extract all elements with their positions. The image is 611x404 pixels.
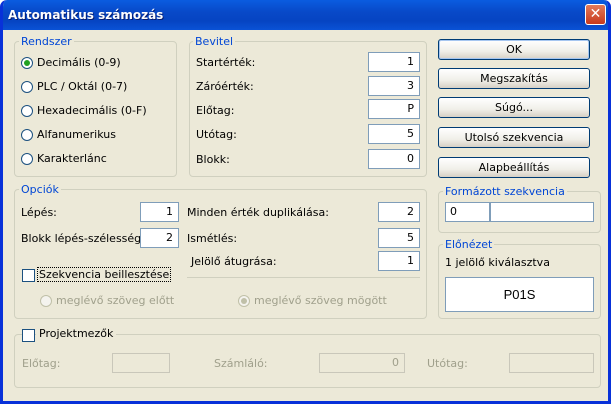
last-sequence-button[interactable]: Utolsó szekvencia: [438, 127, 590, 148]
window-title: Automatikus számozás: [8, 8, 164, 22]
zaroertek-input[interactable]: 3: [368, 76, 420, 96]
beillesztes-checkbox[interactable]: [22, 269, 35, 282]
cancel-button[interactable]: Megszakítás: [438, 68, 590, 89]
formazott-value-2: [490, 202, 594, 222]
close-button[interactable]: ✕: [585, 4, 606, 25]
projekt-szamlalo-label: Számláló:: [214, 357, 268, 370]
radio-plc-oktal-label[interactable]: PLC / Oktál (0-7): [37, 80, 127, 93]
ismetles-input[interactable]: 5: [378, 228, 420, 248]
radio-plc-oktal[interactable]: [21, 81, 33, 93]
duplikalas-input[interactable]: 2: [378, 202, 420, 222]
radio-karakterlanc[interactable]: [21, 153, 33, 165]
projekt-utotag-input[interactable]: [509, 353, 594, 373]
title-bar[interactable]: Automatikus számozás ✕: [3, 0, 608, 30]
blokk-lepes-input[interactable]: 2: [140, 228, 179, 248]
bevitel-legend: Bevitel: [193, 35, 236, 48]
elotag-input[interactable]: P: [368, 99, 420, 119]
opciok-divider: [187, 277, 420, 278]
projekt-label[interactable]: Projektmezők: [36, 327, 117, 340]
projekt-elotag-input[interactable]: [112, 353, 170, 373]
ok-button[interactable]: OK: [438, 39, 590, 60]
projekt-szamlalo-input[interactable]: 0: [319, 353, 405, 373]
radio-hexadecimalis[interactable]: [21, 105, 33, 117]
projekt-checkbox[interactable]: [22, 329, 35, 342]
radio-decimalis-label[interactable]: Decimális (0-9): [37, 56, 121, 69]
blokk-input[interactable]: 0: [368, 149, 420, 169]
defaults-button[interactable]: Alapbeállítás: [438, 157, 590, 178]
blokk-lepes-label: Blokk lépés-szélesség:: [21, 232, 145, 245]
projekt-elotag-label: Előtag:: [22, 357, 61, 370]
elonezet-legend: Előnézet: [443, 238, 495, 251]
radio-alfanumerikus-label[interactable]: Alfanumerikus: [37, 128, 116, 141]
radio-karakterlanc-label[interactable]: Karakterlánc: [37, 152, 107, 165]
projekt-utotag-label: Utótag:: [427, 357, 468, 370]
jelolo-input[interactable]: 1: [378, 251, 420, 271]
startertek-input[interactable]: 1: [368, 52, 420, 72]
lepes-input[interactable]: 1: [140, 202, 179, 222]
elotag-label: Előtag:: [196, 104, 235, 117]
help-button[interactable]: Súgó...: [438, 97, 590, 118]
formazott-legend: Formázott szekvencia: [443, 185, 567, 198]
lepes-label: Lépés:: [21, 206, 57, 219]
radio-after[interactable]: [238, 295, 250, 307]
radio-before[interactable]: [40, 295, 52, 307]
ismetles-label: Ismétlés:: [187, 232, 238, 245]
blokk-label: Blokk:: [196, 153, 230, 166]
close-icon: ✕: [589, 6, 602, 22]
radio-alfanumerikus[interactable]: [21, 129, 33, 141]
formazott-value-1: 0: [445, 202, 490, 222]
elonezet-info: 1 jelölő kiválasztva: [445, 256, 550, 269]
jelolo-label: Jelölő átugrása:: [191, 255, 277, 268]
radio-before-label[interactable]: meglévő szöveg előtt: [56, 294, 174, 307]
radio-hexadecimalis-label[interactable]: Hexadecimális (0-F): [37, 104, 147, 117]
dialog-window: Automatikus számozás ✕ Rendszer Decimáli…: [0, 0, 611, 404]
zaroertek-label: Záróérték:: [196, 80, 254, 93]
opciok-legend: Opciók: [19, 183, 61, 196]
startertek-label: Startérték:: [196, 56, 256, 69]
beillesztes-label[interactable]: Szekvencia beillesztése: [36, 267, 172, 282]
utotag-input[interactable]: 5: [368, 124, 420, 144]
utotag-label: Utótag:: [196, 128, 237, 141]
duplikalas-label: Minden érték duplikálása:: [187, 206, 329, 219]
preview-box: P01S: [445, 277, 594, 312]
radio-decimalis[interactable]: [21, 57, 33, 69]
rendszer-legend: Rendszer: [19, 35, 74, 48]
radio-after-label[interactable]: meglévő szöveg mögött: [254, 294, 387, 307]
